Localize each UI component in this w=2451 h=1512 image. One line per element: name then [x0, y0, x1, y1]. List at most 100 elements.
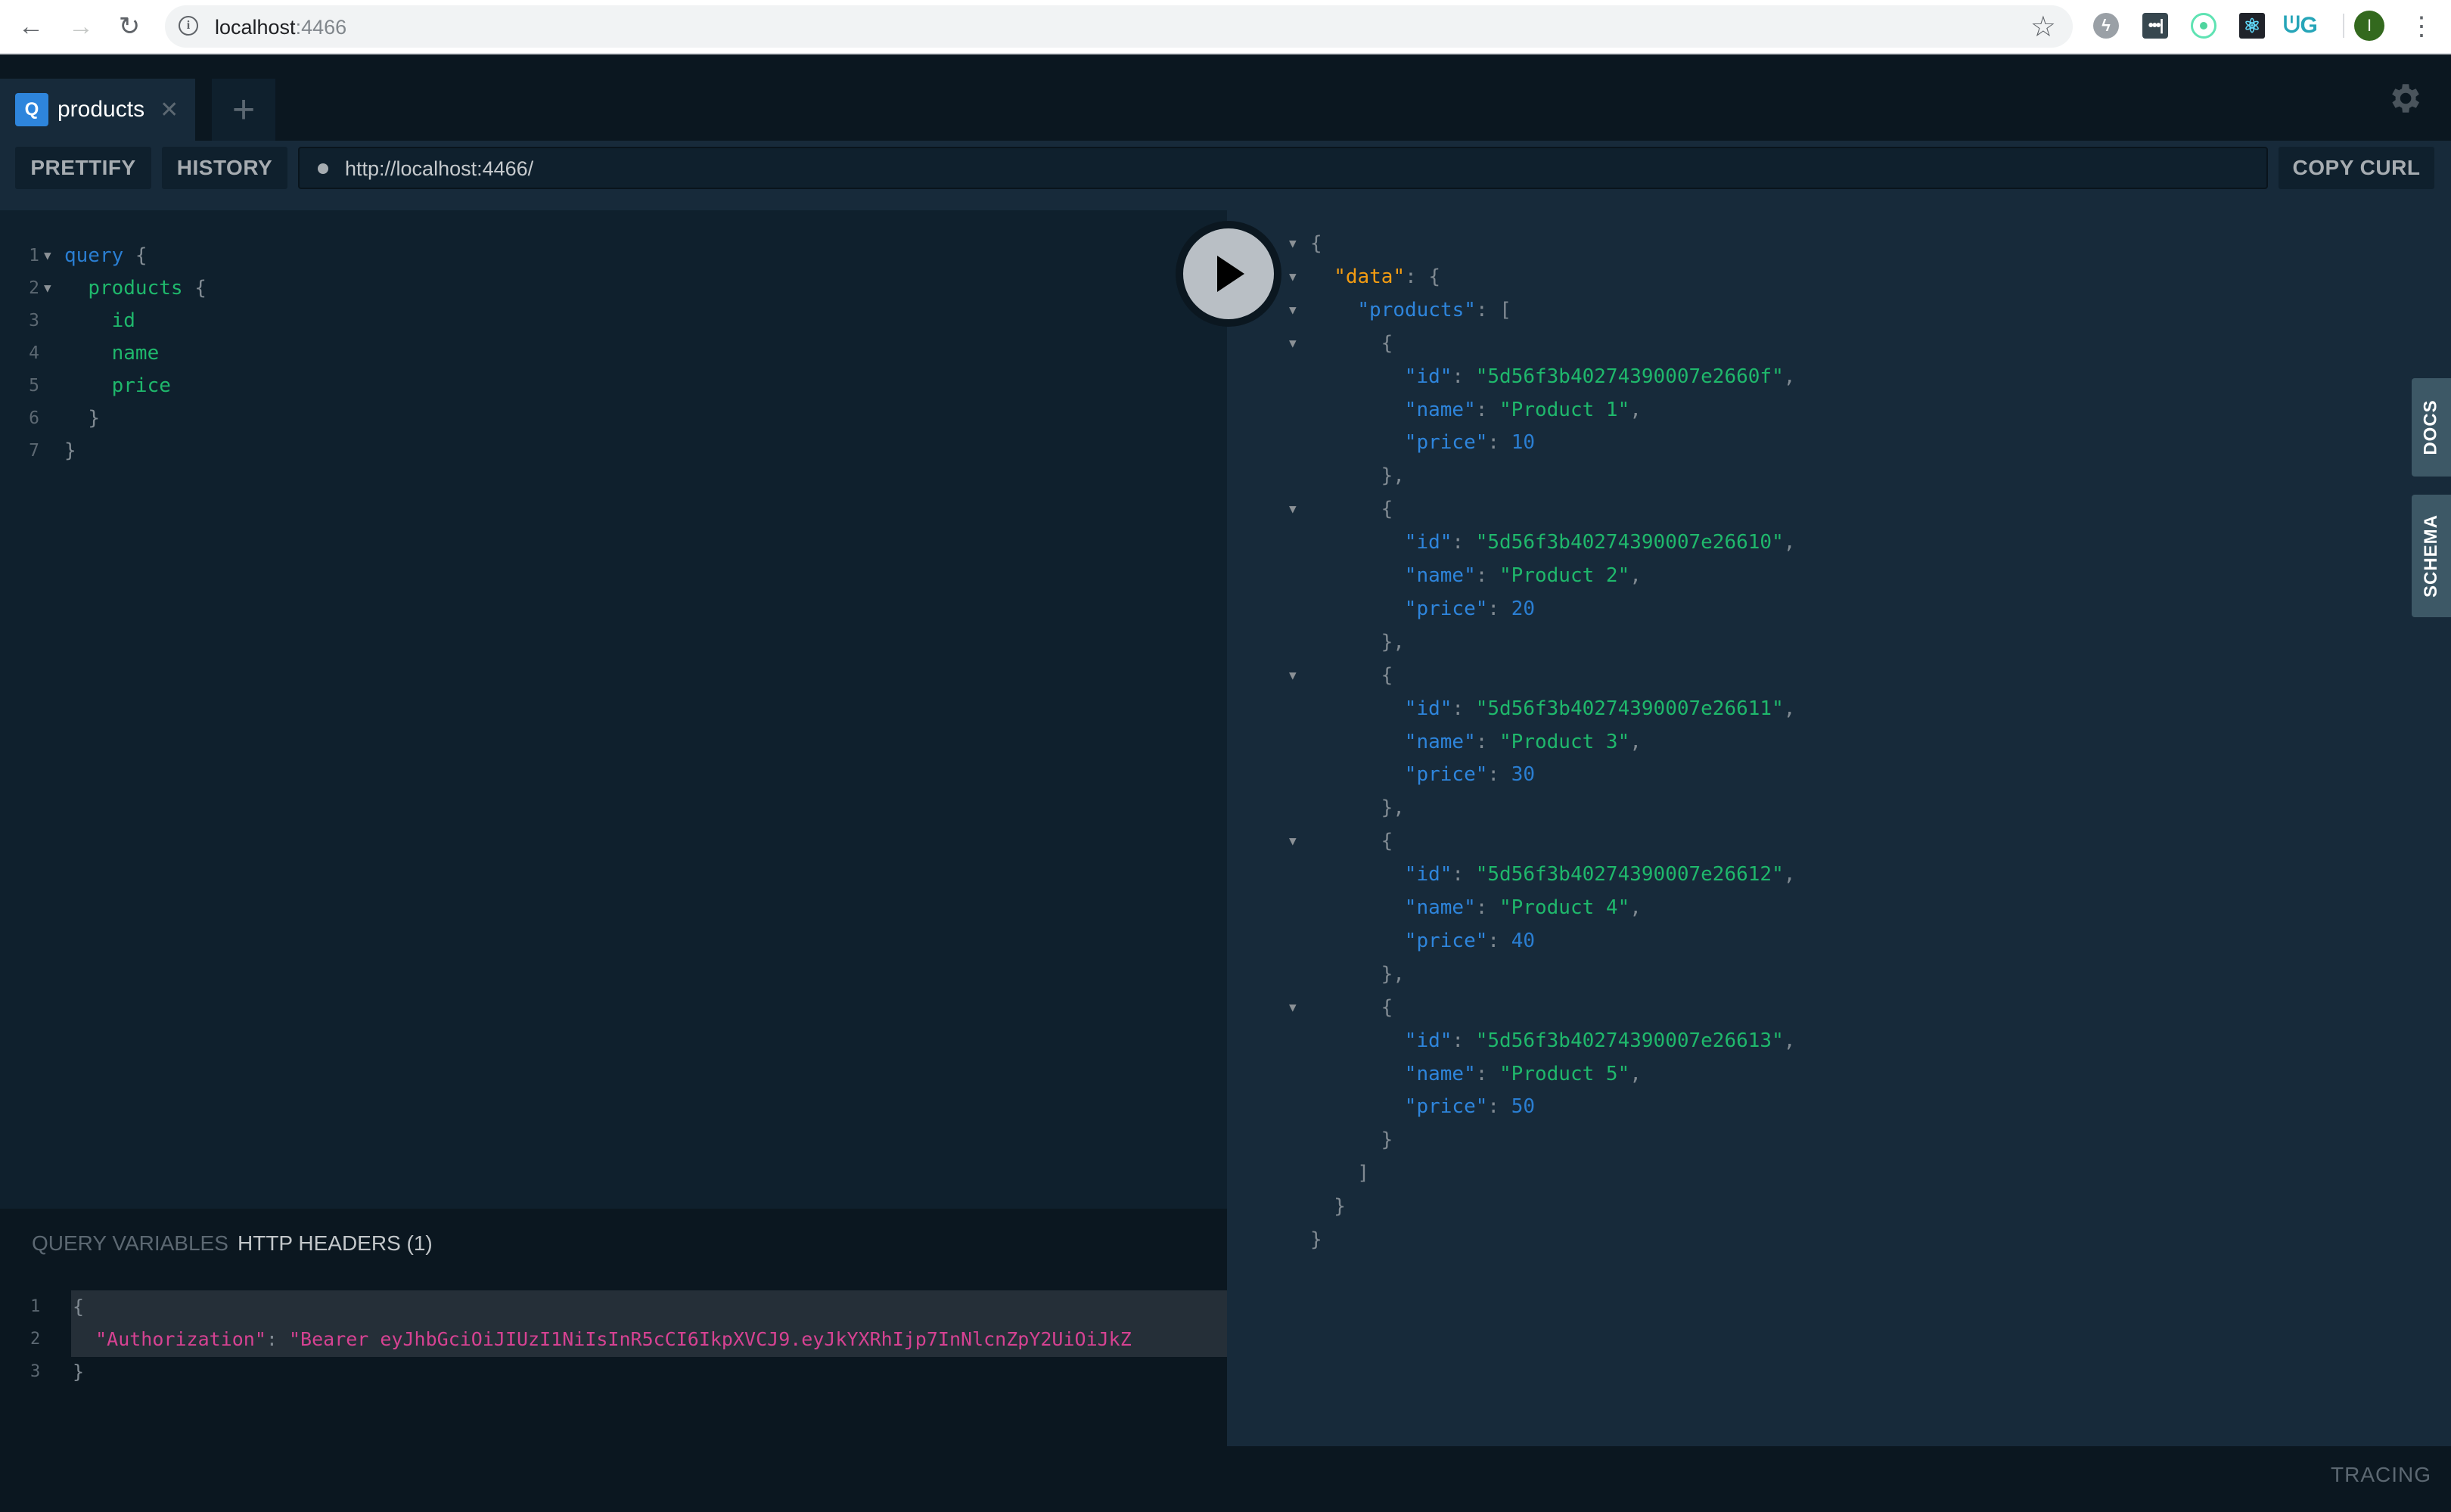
json-token: , — [1629, 730, 1642, 753]
json-token: "name" — [1404, 398, 1476, 421]
forward-button[interactable]: → — [64, 9, 98, 44]
fold-arrow-icon[interactable]: ▼ — [1289, 293, 1297, 327]
line-number: 4 — [29, 343, 39, 363]
json-text: "id": "5d56f3b40274390007e26610", — [1405, 526, 1796, 559]
json-token: { — [1381, 498, 1393, 521]
fold-arrow-icon[interactable]: ▼ — [1289, 824, 1297, 858]
star-icon[interactable]: ☆ — [2030, 10, 2056, 44]
json-token: 50 — [1511, 1095, 1535, 1119]
result-pane: ▼ {▼ "data": {▼ "products": [▼ {"id": "5d56f… — [1227, 210, 2451, 1446]
fold-arrow-icon[interactable]: ▼ — [1289, 492, 1297, 526]
g-extension-icon[interactable]: ᕫG — [2283, 13, 2318, 39]
schema-tab-label: SCHEMA — [2421, 514, 2442, 598]
history-button[interactable]: HISTORY — [162, 147, 287, 189]
line-number: 2 — [29, 278, 39, 298]
code-token: } — [73, 1361, 85, 1383]
tracing-button[interactable]: TRACING — [2331, 1463, 2431, 1487]
json-token: "name" — [1404, 564, 1476, 587]
json-text: { — [1381, 991, 1393, 1024]
json-token: , — [1783, 697, 1796, 720]
tab-query-variables[interactable]: QUERY VARIABLES — [32, 1231, 228, 1256]
json-text: "name": "Product 5", — [1405, 1057, 1642, 1091]
fold-arrow-icon[interactable]: ▼ — [1289, 991, 1297, 1024]
json-token: { — [1381, 995, 1393, 1019]
address-text: localhost:4466 — [215, 16, 347, 39]
lightning-icon[interactable]: ϟ — [2093, 13, 2119, 39]
json-token: 40 — [1511, 929, 1535, 952]
json-token: : [ — [1475, 298, 1511, 321]
json-token: "data" — [1334, 265, 1406, 288]
reload-button[interactable]: ↻ — [112, 9, 147, 44]
query-editor[interactable]: 1 ▼ query {2 ▼ products {3 id 4 name 5 price 6… — [0, 210, 1227, 1209]
copy-curl-button[interactable]: COPY CURL — [2279, 147, 2434, 189]
password-manager-icon[interactable]: •••| — [2142, 13, 2168, 39]
json-token: { — [1310, 232, 1322, 255]
json-token: : — [1487, 763, 1511, 787]
code-token: } — [88, 407, 100, 430]
json-token: "5d56f3b40274390007e26611" — [1475, 697, 1784, 720]
json-token: : — [1487, 597, 1511, 620]
json-token: : — [1475, 896, 1500, 919]
json-token: "Product 5" — [1499, 1062, 1630, 1085]
json-token: "id" — [1404, 697, 1452, 720]
code-token: { — [123, 244, 148, 267]
code-token: id — [111, 309, 135, 332]
json-token: : — [1452, 1029, 1476, 1052]
status-dot — [318, 163, 328, 174]
json-text: { — [1381, 327, 1393, 360]
json-token: , — [1629, 564, 1642, 587]
json-token: , — [1629, 398, 1642, 421]
fold-arrow-icon[interactable]: ▼ — [44, 272, 51, 305]
toolbar: PRETTIFY HISTORY http://localhost:4466/ … — [0, 141, 2451, 210]
json-text: }, — [1381, 791, 1405, 824]
fold-arrow-icon[interactable]: ▼ — [44, 239, 51, 272]
fold-arrow-icon[interactable]: ▼ — [1289, 260, 1297, 293]
query-badge: Q — [15, 93, 48, 126]
run-query-button[interactable] — [1176, 221, 1281, 327]
react-devtools-icon[interactable]: ⚛ — [2239, 13, 2265, 39]
json-token: "Product 4" — [1499, 896, 1630, 919]
line-number: 1 — [30, 1297, 41, 1316]
tab-http-headers[interactable]: HTTP HEADERS (1) — [238, 1231, 433, 1256]
json-token: : — [1475, 1062, 1500, 1085]
info-icon[interactable]: i — [179, 16, 198, 36]
json-text: } — [1381, 1123, 1393, 1157]
headers-editor[interactable]: 1{2 "Authorization": "Bearer eyJhbGciOiJ… — [0, 1290, 1227, 1396]
new-tab-button[interactable]: + — [212, 79, 275, 141]
code-text: products { — [64, 272, 207, 305]
prettify-button[interactable]: PRETTIFY — [15, 147, 151, 189]
json-text: { — [1310, 227, 1322, 260]
fold-arrow-icon[interactable]: ▼ — [1289, 327, 1297, 360]
settings-button[interactable] — [2383, 77, 2425, 120]
fold-arrow-icon[interactable]: ▼ — [1289, 227, 1297, 260]
code-token: { — [182, 277, 207, 300]
orbit-icon[interactable] — [2191, 13, 2216, 39]
json-token: "id" — [1404, 1029, 1452, 1052]
close-icon[interactable]: ✕ — [160, 97, 179, 123]
endpoint-input[interactable]: http://localhost:4466/ — [298, 147, 2268, 189]
json-token: "name" — [1404, 1062, 1476, 1085]
address-bar[interactable]: i localhost:4466 ☆ — [165, 5, 2073, 48]
json-token: "Product 1" — [1499, 398, 1630, 421]
json-token: : — [1487, 431, 1511, 455]
fold-arrow-icon[interactable]: ▼ — [1289, 659, 1297, 692]
json-token: "price" — [1404, 763, 1488, 787]
json-token: : — [1452, 697, 1476, 720]
json-text: "price": 50 — [1405, 1090, 1535, 1123]
schema-tab[interactable]: SCHEMA — [2412, 495, 2451, 617]
line-number: 2 — [30, 1330, 41, 1349]
avatar[interactable]: I — [2354, 11, 2384, 41]
json-token: : — [1475, 398, 1500, 421]
docs-tab[interactable]: DOCS — [2412, 378, 2451, 477]
back-button[interactable]: ← — [14, 9, 48, 44]
code-token: "Authorization" — [73, 1328, 266, 1350]
json-text: "name": "Product 3", — [1405, 725, 1642, 759]
json-token: , — [1629, 896, 1642, 919]
footer: TRACING — [0, 1446, 2451, 1512]
code-token: { — [73, 1296, 85, 1318]
code-token: products — [88, 277, 183, 300]
kebab-menu-icon[interactable]: ⋮ — [2409, 8, 2434, 45]
json-token: : — [1452, 531, 1476, 554]
json-token: , — [1783, 863, 1796, 886]
tab-products[interactable]: Q products ✕ — [0, 79, 195, 141]
